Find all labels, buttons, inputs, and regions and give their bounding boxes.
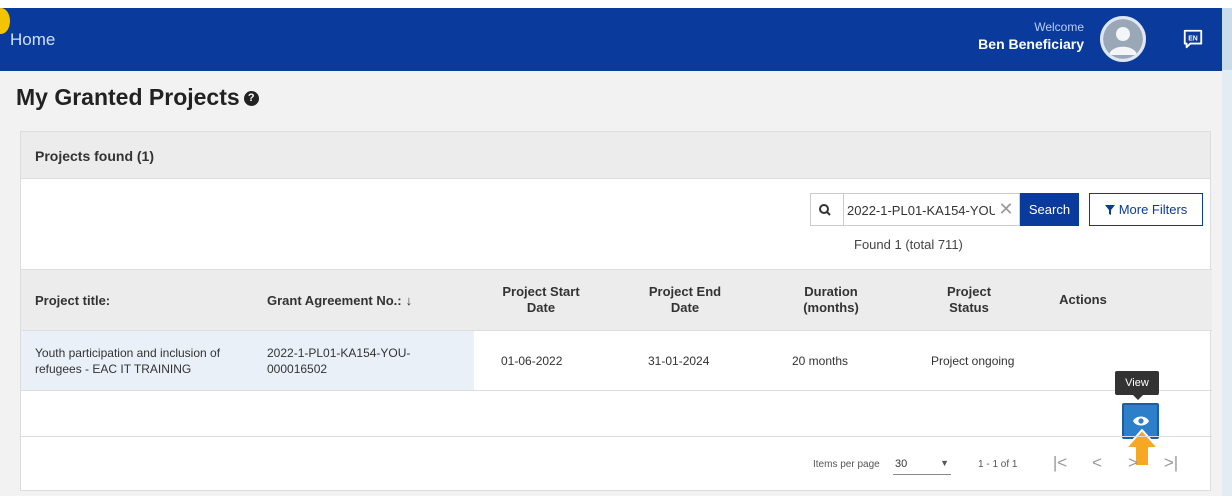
projects-card: Projects found (1) ✕ Search More Filters…: [20, 131, 1212, 491]
background-right-edge: [1222, 70, 1232, 496]
view-tooltip-label: View: [1125, 377, 1149, 389]
column-duration[interactable]: Duration (months): [793, 284, 869, 316]
page-title: My Granted Projects: [16, 84, 240, 110]
main-page: My Granted Projects? Projects found (1) …: [0, 71, 1222, 496]
cell-duration: 20 months: [792, 354, 849, 368]
table-header: Project title: Grant Agreement No.: ↓ Pro…: [21, 269, 1212, 331]
last-page-button[interactable]: >|: [1161, 453, 1181, 473]
previous-page-button[interactable]: <: [1087, 453, 1107, 473]
user-avatar-icon: [1103, 19, 1143, 59]
found-count-text: Found 1 (total 711): [854, 237, 963, 252]
eye-icon: [1133, 416, 1149, 426]
pagination-bar: Items per page 30 ▼ 1 - 1 of 1 |< < > >|: [21, 436, 1212, 490]
search-box: ✕: [810, 193, 1020, 226]
items-per-page-select[interactable]: 30 ▼: [893, 455, 951, 475]
help-icon[interactable]: ?: [243, 91, 259, 106]
column-grant-agreement[interactable]: Grant Agreement No.: ↓: [267, 293, 412, 309]
next-page-button[interactable]: >: [1123, 453, 1143, 473]
home-link[interactable]: Home: [10, 30, 55, 50]
column-label: Grant Agreement No.:: [267, 293, 402, 308]
welcome-block: Welcome Ben Beneficiary: [978, 20, 1084, 52]
user-name[interactable]: Ben Beneficiary: [978, 36, 1084, 52]
avatar[interactable]: [1100, 16, 1146, 62]
column-label: Project title:: [35, 293, 111, 308]
first-page-button[interactable]: |<: [1050, 453, 1070, 473]
cell-grant-number: 2022-1-PL01-KA154-YOU-000016502: [267, 346, 411, 376]
page-title-wrap: My Granted Projects?: [16, 84, 259, 111]
column-project-title[interactable]: Project title:: [35, 293, 110, 309]
table-row[interactable]: Youth participation and inclusion of ref…: [21, 331, 1212, 391]
cell-start-date: 01-06-2022: [501, 354, 563, 368]
more-filters-label: More Filters: [1118, 202, 1188, 217]
items-per-page-label: Items per page: [813, 459, 880, 470]
column-actions: Actions: [1059, 292, 1107, 307]
cell-end-date: 31-01-2024: [648, 354, 710, 368]
welcome-label: Welcome: [1034, 20, 1084, 34]
more-filters-button[interactable]: More Filters: [1089, 193, 1203, 226]
column-end-date[interactable]: Project End Date: [637, 284, 733, 316]
view-tooltip: View: [1115, 371, 1159, 400]
projects-found-heading: Projects found (1): [21, 132, 1210, 179]
clear-search-icon[interactable]: ✕: [997, 199, 1015, 219]
search-input[interactable]: [847, 200, 995, 220]
cell-project-title: Youth participation and inclusion of ref…: [35, 346, 221, 376]
chevron-down-icon: ▼: [940, 458, 949, 468]
language-icon[interactable]: EN: [1182, 28, 1204, 50]
sort-down-icon: ↓: [405, 293, 413, 308]
filter-icon: [1104, 205, 1115, 215]
background-top-strip: [0, 0, 1232, 8]
top-header: Home Welcome Ben Beneficiary EN: [0, 8, 1222, 71]
cell-status: Project ongoing: [931, 354, 1015, 368]
items-per-page-value: 30: [895, 458, 908, 470]
search-icon: [819, 204, 831, 216]
search-divider: [843, 194, 844, 225]
search-button[interactable]: Search: [1020, 193, 1079, 226]
tooltip-arrow: [1133, 395, 1143, 400]
pagination-range: 1 - 1 of 1: [978, 459, 1018, 470]
column-status[interactable]: Project Status: [936, 284, 1002, 316]
language-code: EN: [1188, 35, 1198, 42]
column-start-date[interactable]: Project Start Date: [491, 284, 591, 316]
